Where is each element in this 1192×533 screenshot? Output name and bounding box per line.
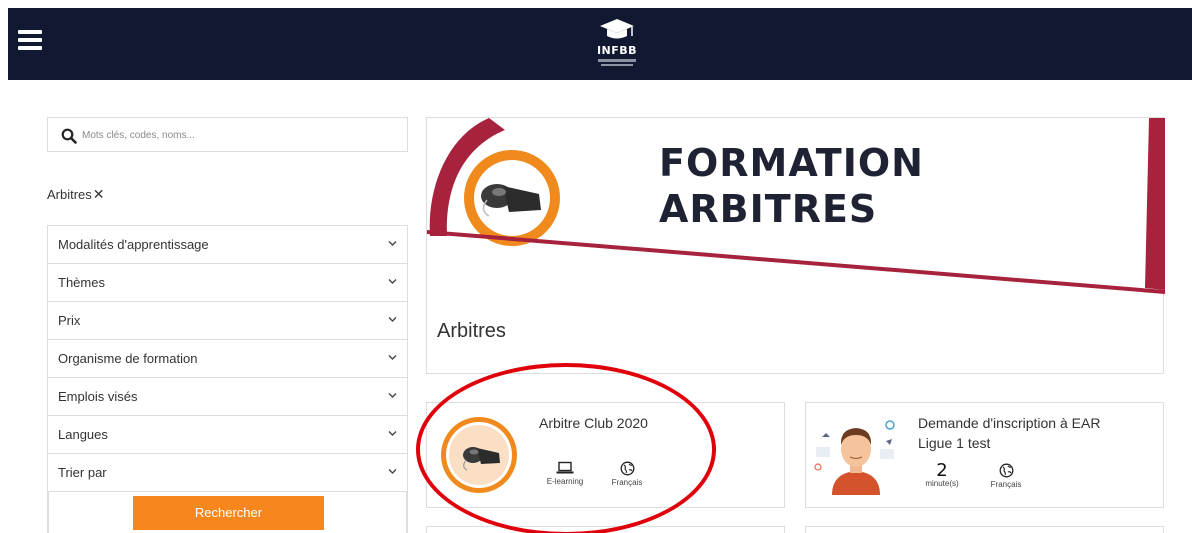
laptop-icon <box>556 461 574 474</box>
chevron-down-icon <box>388 241 397 246</box>
logo-tagline <box>601 64 633 66</box>
course-format-label: E-learning <box>546 477 584 486</box>
course-title[interactable]: Demande d'inscription à EAR Ligue 1 test <box>918 413 1100 453</box>
course-language-label: Français <box>990 480 1022 489</box>
chevron-down-icon <box>388 317 397 322</box>
filter-label: Emplois visés <box>58 389 138 404</box>
chevron-down-icon <box>388 355 397 360</box>
filter-training-organization[interactable]: Organisme de formation <box>48 340 407 378</box>
course-duration-value: 2 <box>936 460 948 481</box>
close-icon[interactable]: ✕ <box>93 186 105 202</box>
search-icon[interactable] <box>61 128 77 144</box>
banner-title: FORMATION ARBITRES <box>659 140 924 232</box>
chevron-down-icon <box>388 431 397 436</box>
course-title[interactable]: Arbitre Club 2020 <box>539 413 648 433</box>
logo-text: INFBB <box>596 44 638 57</box>
category-banner-card: FORMATION ARBITRES Arbitres <box>426 117 1165 374</box>
course-duration-unit: minute(s) <box>925 479 959 488</box>
category-title: Arbitres <box>437 320 506 342</box>
hamburger-icon[interactable] <box>18 30 42 50</box>
filter-price[interactable]: Prix <box>48 302 407 340</box>
filter-label: Organisme de formation <box>58 351 198 366</box>
graduation-cap-icon <box>600 19 634 39</box>
active-filter-label: Arbitres <box>47 187 92 202</box>
top-navigation-bar: INFBB <box>8 8 1192 80</box>
search-input[interactable] <box>82 126 392 144</box>
banner-title-line: ARBITRES <box>659 187 878 231</box>
course-title-line: Demande d'inscription à EAR <box>918 415 1101 431</box>
course-language: Français <box>607 461 647 487</box>
course-thumbnail <box>814 420 895 495</box>
course-card[interactable] <box>426 526 785 533</box>
chevron-down-icon <box>388 469 397 474</box>
filter-sidebar: Arbitres✕ Modalités d'apprentissage Thèm… <box>47 117 408 533</box>
search-button[interactable]: Rechercher <box>133 496 324 530</box>
course-card[interactable]: Demande d'inscription à EAR Ligue 1 test… <box>805 402 1164 508</box>
course-duration: 2 minute(s) <box>922 460 962 489</box>
filter-label: Thèmes <box>58 275 105 290</box>
filter-label: Prix <box>58 313 81 328</box>
course-card[interactable]: Arbitre Club 2020 E-learning Français <box>426 402 785 508</box>
active-filter-tag: Arbitres✕ <box>47 186 105 203</box>
filter-label: Modalités d'apprentissage <box>58 237 209 252</box>
course-language: Français <box>986 463 1026 489</box>
infbb-logo[interactable]: INFBB <box>592 16 642 74</box>
filter-sort-by[interactable]: Trier par <box>48 454 407 492</box>
course-language-label: Français <box>611 478 643 487</box>
course-card[interactable] <box>805 526 1164 533</box>
chevron-down-icon <box>388 279 397 284</box>
filter-label: Trier par <box>58 465 107 480</box>
filter-themes[interactable]: Thèmes <box>48 264 407 302</box>
filter-accordion: Modalités d'apprentissage Thèmes Prix Or… <box>47 225 408 533</box>
globe-icon <box>620 461 634 476</box>
search-button-area: Rechercher <box>48 492 407 533</box>
filter-languages[interactable]: Langues <box>48 416 407 454</box>
globe-icon <box>999 463 1013 478</box>
logo-tagline <box>598 59 636 62</box>
filter-learning-modes[interactable]: Modalités d'apprentissage <box>48 226 407 264</box>
course-format: E-learning <box>541 461 589 486</box>
filter-label: Langues <box>58 427 108 442</box>
banner-title-line: FORMATION <box>659 141 924 185</box>
filter-target-jobs[interactable]: Emplois visés <box>48 378 407 416</box>
chevron-down-icon <box>388 393 397 398</box>
course-title-line: Ligue 1 test <box>918 435 991 451</box>
course-thumbnail <box>441 417 517 493</box>
search-box <box>47 117 408 152</box>
